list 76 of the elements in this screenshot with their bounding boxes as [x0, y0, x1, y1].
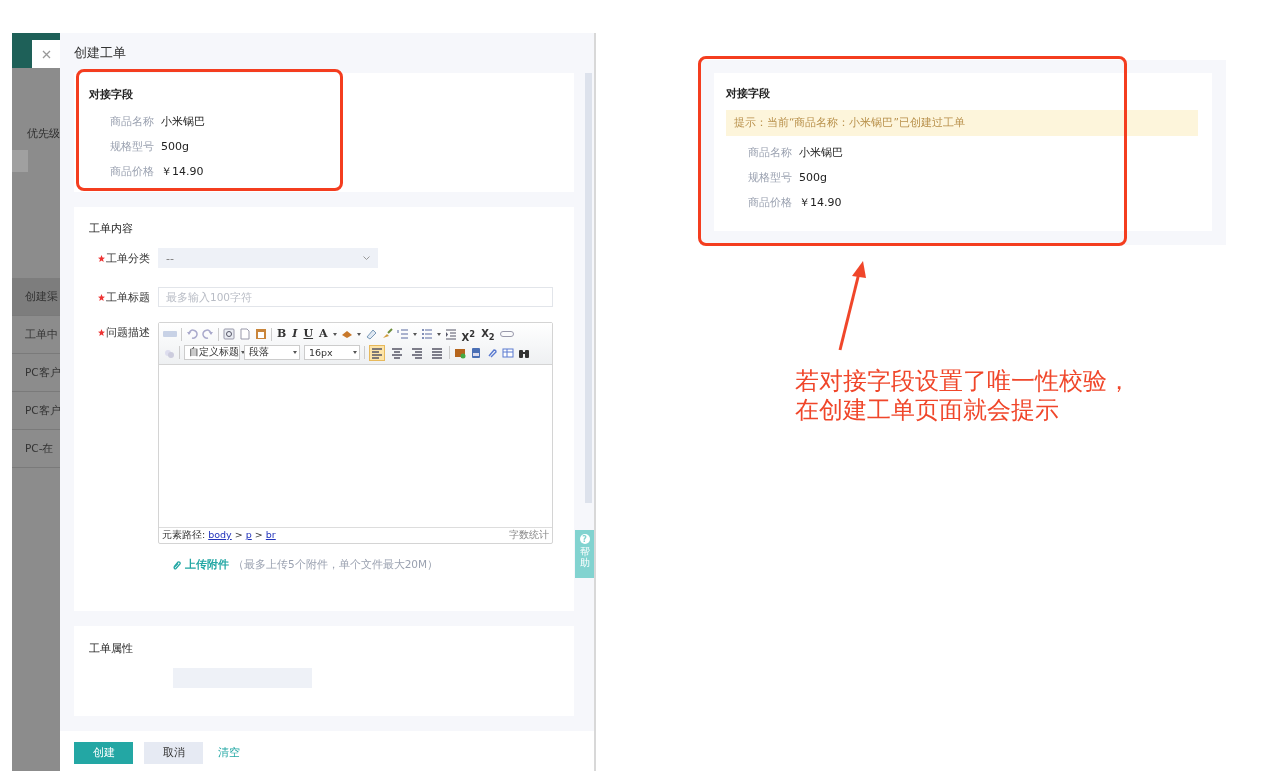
chevron-down-icon	[363, 255, 370, 261]
close-button[interactable]	[32, 40, 60, 68]
field-label: 商品价格	[748, 195, 792, 210]
path-label: 元素路径:	[162, 529, 206, 540]
format-select[interactable]: 16px	[304, 345, 360, 361]
format-select[interactable]: 段落	[244, 345, 300, 361]
dropdown-arrow-icon[interactable]	[356, 332, 361, 336]
justify-icon	[431, 346, 443, 359]
dropdown-arrow-icon[interactable]	[332, 332, 337, 336]
path-link[interactable]: br	[265, 529, 276, 540]
field-value: 500g	[161, 140, 189, 153]
dropdown-arrow-icon	[293, 351, 297, 355]
align-left-button[interactable]	[369, 344, 385, 361]
field-value: 500g	[799, 171, 827, 184]
field-label: 优先级	[26, 126, 60, 141]
format-button[interactable]: U	[302, 326, 315, 343]
align-left-icon	[371, 346, 383, 359]
section-title: 对接字段	[726, 85, 771, 102]
annotation-text: 若对接字段设置了唯一性校验，	[795, 367, 1131, 396]
format-button[interactable]: I	[291, 326, 299, 343]
category-select[interactable]: --	[158, 248, 378, 268]
dropdown-arrow-icon[interactable]	[436, 332, 441, 336]
attachment-icon[interactable]	[486, 346, 498, 359]
input-field	[12, 150, 28, 172]
section-title: 工单属性	[89, 641, 134, 656]
title-input[interactable]: 最多输入100字符	[158, 287, 553, 307]
indent-icon[interactable]	[444, 328, 457, 341]
field-label: 工单分类	[106, 250, 150, 266]
field-label: 规格型号	[748, 170, 792, 185]
field-label: 商品价格	[110, 164, 154, 179]
highlight-icon[interactable]	[340, 328, 353, 341]
format-button[interactable]: B	[276, 326, 288, 343]
field-label: 工单标题	[106, 289, 150, 305]
section-title: 工单内容	[89, 221, 134, 236]
align-center-icon	[391, 346, 403, 359]
path-link[interactable]: body	[208, 529, 232, 540]
paste-text-icon[interactable]	[255, 328, 267, 341]
format-button[interactable]: X$^{2}$	[460, 326, 477, 343]
section-title: 对接字段	[89, 86, 134, 103]
upload-hint: （最多上传5个附件，单个文件最大20M）	[233, 558, 439, 572]
word-count: 字数统计	[509, 529, 549, 542]
path-separator: >	[254, 529, 263, 540]
link-icon[interactable]	[499, 330, 514, 339]
cancel-button[interactable]: 取消	[144, 741, 203, 764]
field-label: 商品名称	[110, 114, 154, 129]
close-icon	[41, 49, 51, 59]
field-label: 规格型号	[110, 139, 154, 154]
field-value: ￥14.90	[161, 164, 204, 179]
align-right-icon	[411, 346, 423, 359]
dropdown-arrow-icon[interactable]	[412, 332, 417, 336]
field-label: 商品名称	[748, 145, 792, 160]
table-header-cell: 创建渠	[12, 278, 60, 316]
path-link[interactable]: p	[245, 529, 252, 540]
undo-icon[interactable]	[186, 328, 198, 341]
dropdown-arrow-icon	[241, 351, 245, 355]
help-icon: ?	[579, 534, 590, 544]
rich-text-editor[interactable]: B I U A X$^{2}$ X$_{2}$ 自定义标题 段落 16px 元素路径: body > p > br 字数统计	[158, 322, 553, 544]
redo-icon[interactable]	[202, 328, 214, 341]
image-icon[interactable]	[454, 346, 466, 359]
format-button[interactable]: X$_{2}$	[480, 326, 496, 343]
format-button[interactable]: A	[318, 326, 329, 343]
bulleted-list-icon[interactable]	[420, 328, 433, 341]
save-icon[interactable]	[470, 346, 482, 359]
path-separator: >	[234, 529, 243, 540]
field-value: 小米锅巴	[799, 145, 843, 160]
field-label: 问题描述	[106, 324, 150, 340]
help-label: 帮助	[579, 546, 590, 568]
paste-icon[interactable]	[223, 328, 235, 341]
paperclip-icon[interactable]	[172, 560, 181, 570]
field-value: 小米锅巴	[161, 114, 205, 129]
warning-notice: 提示：当前“商品名称：小米锅巴”已创建过工单	[726, 110, 1198, 136]
dropdown-arrow-icon	[353, 351, 357, 355]
annotation-text: 在创建工单页面就会提示	[795, 396, 1060, 425]
field-value: ￥14.90	[799, 195, 842, 210]
dialog-title: 创建工单	[73, 43, 127, 62]
document-icon[interactable]	[239, 328, 251, 341]
